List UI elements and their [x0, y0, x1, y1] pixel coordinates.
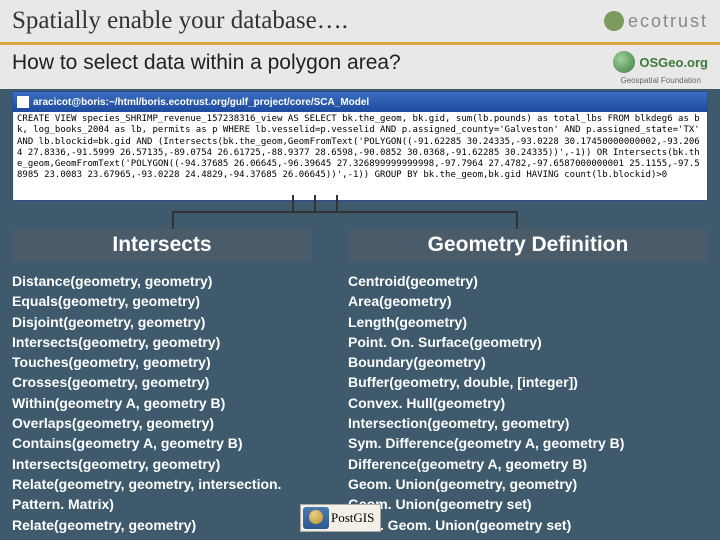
- function-item: Intersects(geometry, geometry): [12, 454, 312, 474]
- callout-lines: [12, 201, 708, 229]
- function-lists: Distance(geometry, geometry)Equals(geome…: [12, 271, 708, 535]
- slide-subtitle: How to select data within a polygon area…: [12, 51, 401, 75]
- function-item: Overlaps(geometry, geometry): [12, 413, 312, 433]
- function-item: Centroid(geometry): [348, 271, 708, 291]
- globe-icon: [613, 51, 635, 73]
- function-item: Buffer(geometry, double, [integer]): [348, 372, 708, 392]
- function-item: Disjoint(geometry, geometry): [12, 312, 312, 332]
- function-item: Mem. Geom. Union(geometry set): [348, 515, 708, 535]
- function-item: Length(geometry): [348, 312, 708, 332]
- terminal-icon: [17, 96, 29, 108]
- osgeo-brand: OSGeo.org Geospatial Foundation: [613, 51, 708, 85]
- terminal-titlebar: aracicot@boris:~/html/boris.ecotrust.org…: [13, 92, 707, 112]
- function-item: Geom. Union(geometry, geometry): [348, 474, 708, 494]
- function-item: Intersection(geometry, geometry): [348, 413, 708, 433]
- function-item: Boundary(geometry): [348, 352, 708, 372]
- ecotrust-text: ecotrust: [628, 11, 708, 32]
- function-item: Convex. Hull(geometry): [348, 393, 708, 413]
- postgis-logo: PostGIS: [300, 504, 381, 532]
- ecotrust-brand: ecotrust: [604, 11, 708, 32]
- ecotrust-logo-icon: [604, 11, 624, 31]
- osgeo-name: OSGeo.org: [639, 55, 708, 70]
- column-labels: Intersects Geometry Definition: [12, 229, 708, 261]
- function-item: Geom. Union(geometry set): [348, 494, 708, 514]
- function-item: Sym. Difference(geometry A, geometry B): [348, 433, 708, 453]
- postgis-label: PostGIS: [331, 510, 374, 526]
- function-item: Relate(geometry, geometry, intersection.…: [12, 474, 312, 515]
- slide-header: Spatially enable your database…. ecotrus…: [0, 0, 720, 45]
- function-item: Touches(geometry, geometry): [12, 352, 312, 372]
- geometry-definition-label: Geometry Definition: [348, 229, 708, 261]
- terminal-body: CREATE VIEW species_SHRIMP_revenue_15723…: [13, 112, 707, 200]
- function-item: Distance(geometry, geometry): [12, 271, 312, 291]
- slide-title: Spatially enable your database….: [12, 7, 348, 35]
- postgis-icon: [303, 507, 329, 529]
- function-item: Intersects(geometry, geometry): [12, 332, 312, 352]
- function-item: Area(geometry): [348, 291, 708, 311]
- function-item: Relate(geometry, geometry): [12, 515, 312, 535]
- function-item: Point. On. Surface(geometry): [348, 332, 708, 352]
- spatial-relationship-functions: Distance(geometry, geometry)Equals(geome…: [12, 271, 312, 535]
- function-item: Crosses(geometry, geometry): [12, 372, 312, 392]
- terminal-title-text: aracicot@boris:~/html/boris.ecotrust.org…: [33, 97, 369, 108]
- function-item: Within(geometry A, geometry B): [12, 393, 312, 413]
- slide-subheader: How to select data within a polygon area…: [0, 45, 720, 89]
- intersects-label: Intersects: [12, 229, 312, 261]
- osgeo-subtitle: Geospatial Foundation: [620, 77, 701, 85]
- function-item: Contains(geometry A, geometry B): [12, 433, 312, 453]
- geometry-functions: Centroid(geometry)Area(geometry)Length(g…: [348, 271, 708, 535]
- function-item: Difference(geometry A, geometry B): [348, 454, 708, 474]
- function-item: Equals(geometry, geometry): [12, 291, 312, 311]
- terminal-window: aracicot@boris:~/html/boris.ecotrust.org…: [12, 91, 708, 201]
